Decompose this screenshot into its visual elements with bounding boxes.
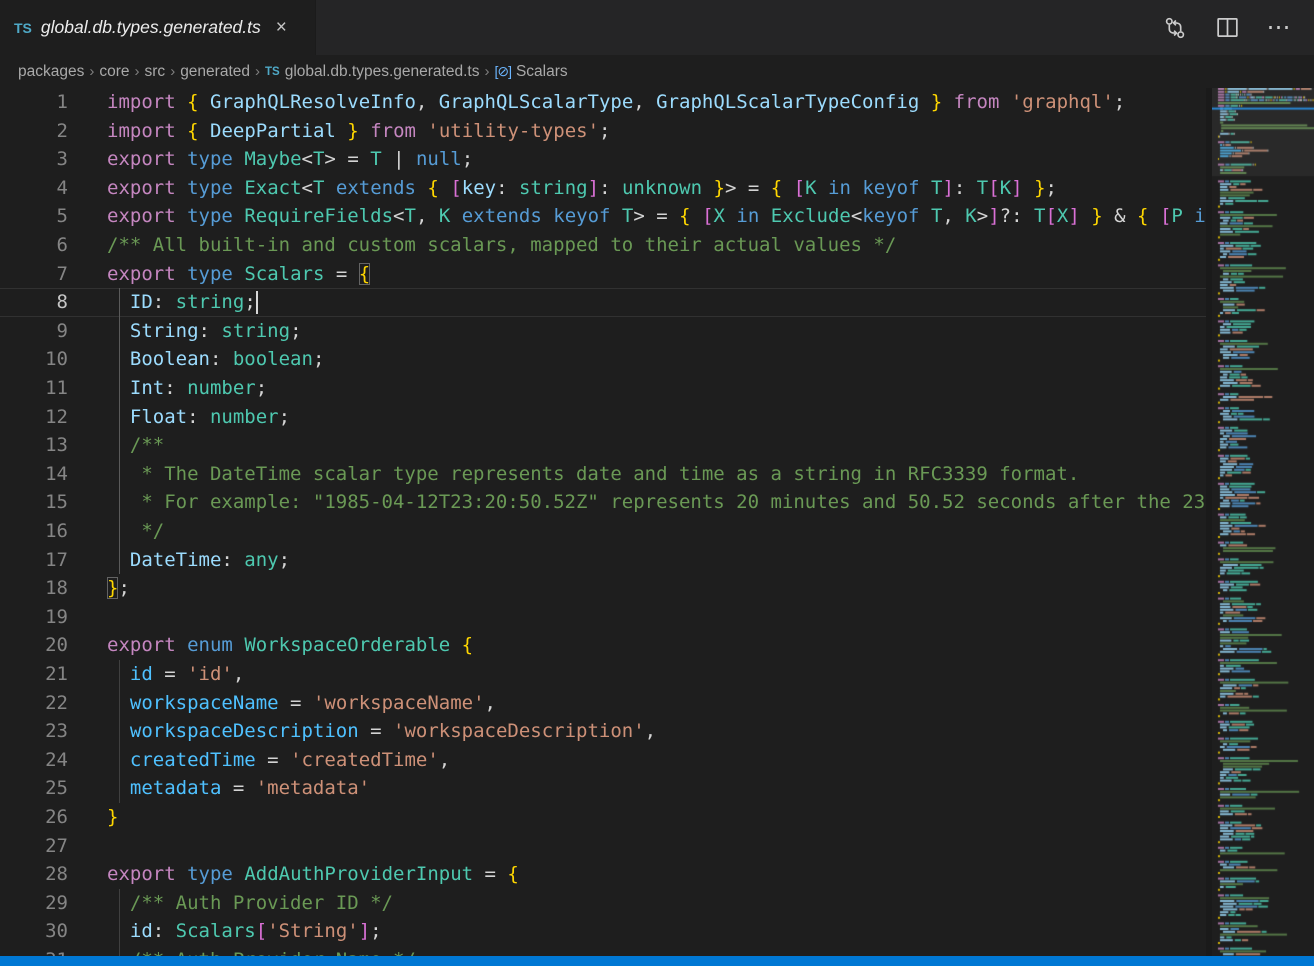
line-number[interactable]: 27 xyxy=(0,832,68,861)
split-editor-icon[interactable] xyxy=(1214,15,1240,41)
code-line[interactable]: */ xyxy=(107,517,164,546)
breadcrumb-item-scalars[interactable]: [⊘] Scalars xyxy=(494,63,567,81)
text-cursor xyxy=(256,291,258,314)
code-line[interactable]: DateTime: any; xyxy=(107,546,290,575)
code-line[interactable]: workspaceName = 'workspaceName', xyxy=(107,689,496,718)
code-line[interactable]: export type RequireFields<T, K extends k… xyxy=(107,202,1206,231)
line-number[interactable]: 7 xyxy=(0,260,68,289)
line-number[interactable]: 22 xyxy=(0,689,68,718)
line-number[interactable]: 20 xyxy=(0,631,68,660)
line-number[interactable]: 3 xyxy=(0,145,68,174)
code-line[interactable]: * For example: "1985-04-12T23:20:50.52Z"… xyxy=(107,488,1206,517)
bracket-match: { xyxy=(359,263,370,285)
code-line[interactable]: export type AddAuthProviderInput = { xyxy=(107,860,519,889)
code-line[interactable]: Float: number; xyxy=(107,403,290,432)
line-number[interactable]: 28 xyxy=(0,860,68,889)
line-number[interactable]: 23 xyxy=(0,717,68,746)
line-number[interactable]: 19 xyxy=(0,603,68,632)
breadcrumb-label: core xyxy=(99,63,129,81)
bracket-match: } xyxy=(107,577,118,599)
code-line[interactable]: export type Scalars = { xyxy=(107,260,370,289)
breadcrumb-separator-icon: › xyxy=(135,63,140,80)
breadcrumb-item-global-db-types-generated-ts[interactable]: TS global.db.types.generated.ts xyxy=(265,63,479,81)
code-line[interactable]: }; xyxy=(107,574,130,603)
breadcrumb-item-core[interactable]: core xyxy=(99,63,129,81)
line-number[interactable]: 16 xyxy=(0,517,68,546)
breadcrumb: packages›core›src›generated›TSglobal.db.… xyxy=(0,55,1314,88)
breadcrumb-label: generated xyxy=(180,63,250,81)
line-number[interactable]: 2 xyxy=(0,117,68,146)
code-line[interactable]: Int: number; xyxy=(107,374,267,403)
open-changes-icon[interactable] xyxy=(1162,15,1188,41)
close-icon[interactable]: × xyxy=(276,18,287,37)
code-line[interactable]: import { GraphQLResolveInfo, GraphQLScal… xyxy=(107,88,1125,117)
tab-global-db-types[interactable]: TS global.db.types.generated.ts × xyxy=(0,0,316,55)
code-line[interactable]: export type Exact<T extends { [key: stri… xyxy=(107,174,1057,203)
line-number[interactable]: 21 xyxy=(0,660,68,689)
breadcrumb-item-generated[interactable]: generated xyxy=(180,63,250,81)
line-number[interactable]: 9 xyxy=(0,317,68,346)
line-number[interactable]: 13 xyxy=(0,431,68,460)
code-line[interactable]: export enum WorkspaceOrderable { xyxy=(107,631,473,660)
line-number[interactable]: 4 xyxy=(0,174,68,203)
line-number[interactable]: 31 xyxy=(0,946,68,956)
code-editor[interactable]: 1 import { GraphQLResolveInfo, GraphQLSca… xyxy=(0,88,1314,956)
code-line[interactable]: workspaceDescription = 'workspaceDescrip… xyxy=(107,717,656,746)
tab-bar: TS global.db.types.generated.ts × xyxy=(0,0,1314,55)
tab-title: global.db.types.generated.ts xyxy=(41,17,261,38)
line-number[interactable]: 12 xyxy=(0,403,68,432)
editor-actions: ⋯ xyxy=(1162,0,1314,55)
line-number[interactable]: 26 xyxy=(0,803,68,832)
code-line[interactable]: id: Scalars['String']; xyxy=(107,917,382,946)
line-number[interactable]: 10 xyxy=(0,345,68,374)
vscode-window: TS global.db.types.generated.ts × xyxy=(0,0,1314,966)
breadcrumb-separator-icon: › xyxy=(484,63,489,80)
line-number[interactable]: 1 xyxy=(0,88,68,117)
line-number[interactable]: 5 xyxy=(0,202,68,231)
line-number[interactable]: 6 xyxy=(0,231,68,260)
breadcrumb-item-packages[interactable]: packages xyxy=(18,63,84,81)
line-number[interactable]: 24 xyxy=(0,746,68,775)
code-line[interactable]: Boolean: boolean; xyxy=(107,345,324,374)
code-line[interactable]: String: string; xyxy=(107,317,302,346)
code-line[interactable]: id = 'id', xyxy=(107,660,244,689)
line-number[interactable]: 8 xyxy=(0,288,68,317)
line-number[interactable]: 11 xyxy=(0,374,68,403)
typescript-file-icon: TS xyxy=(265,66,280,78)
code-line[interactable]: /** Auth Provider Name */ xyxy=(107,946,416,956)
breadcrumb-separator-icon: › xyxy=(170,63,175,80)
code-line[interactable]: import { DeepPartial } from 'utility-typ… xyxy=(107,117,610,146)
breadcrumb-item-src[interactable]: src xyxy=(145,63,166,81)
typescript-file-icon: TS xyxy=(14,20,32,36)
code-line[interactable]: export type Maybe<T> = T | null; xyxy=(107,145,473,174)
code-line[interactable]: metadata = 'metadata' xyxy=(107,774,370,803)
breadcrumb-label: src xyxy=(145,63,166,81)
line-number[interactable]: 15 xyxy=(0,488,68,517)
line-number[interactable]: 25 xyxy=(0,774,68,803)
code-line[interactable]: * The DateTime scalar type represents da… xyxy=(107,460,1079,489)
more-actions-icon[interactable]: ⋯ xyxy=(1266,15,1292,41)
code-line[interactable]: ID: string; xyxy=(107,288,256,317)
line-number[interactable]: 30 xyxy=(0,917,68,946)
code-viewport[interactable]: 1 import { GraphQLResolveInfo, GraphQLSca… xyxy=(0,88,1206,956)
code-line[interactable]: createdTime = 'createdTime', xyxy=(107,746,450,775)
line-number[interactable]: 17 xyxy=(0,546,68,575)
breadcrumb-separator-icon: › xyxy=(89,63,94,80)
status-bar xyxy=(0,956,1314,966)
breadcrumb-label: Scalars xyxy=(516,63,568,81)
code-line[interactable]: } xyxy=(107,803,118,832)
breadcrumb-separator-icon: › xyxy=(255,63,260,80)
breadcrumb-label: packages xyxy=(18,63,84,81)
code-line[interactable]: /** Auth Provider ID */ xyxy=(107,889,393,918)
line-number[interactable]: 18 xyxy=(0,574,68,603)
line-number[interactable]: 29 xyxy=(0,889,68,918)
minimap[interactable] xyxy=(1212,88,1314,956)
code-line[interactable]: /** xyxy=(107,431,164,460)
symbol-object-icon: [⊘] xyxy=(494,63,511,80)
breadcrumb-label: global.db.types.generated.ts xyxy=(285,63,480,81)
code-line[interactable]: /** All built-in and custom scalars, map… xyxy=(107,231,896,260)
line-number[interactable]: 14 xyxy=(0,460,68,489)
